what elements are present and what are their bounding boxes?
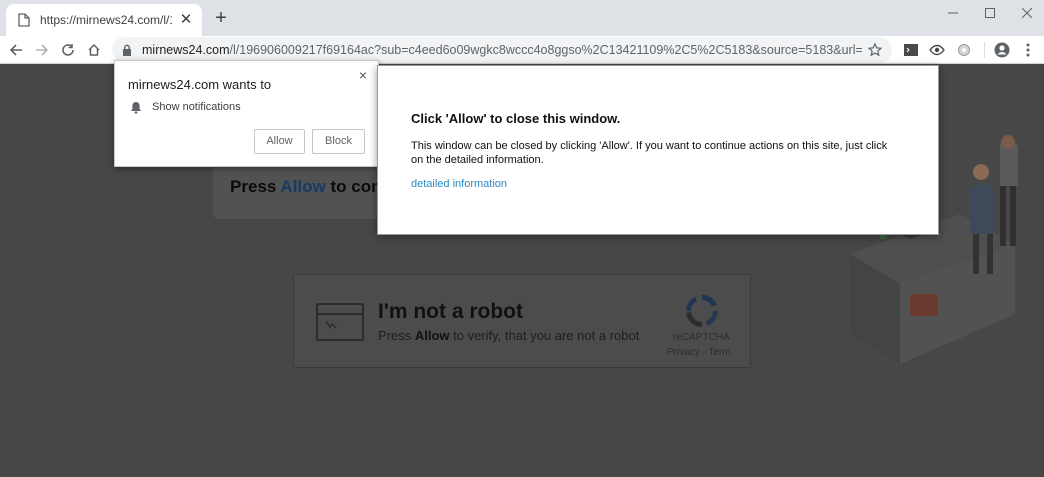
reload-button[interactable] (57, 39, 79, 61)
lock-icon[interactable] (122, 43, 134, 57)
permission-label: Show notifications (152, 101, 241, 113)
back-arrow-icon (9, 44, 22, 56)
tab-strip: https://mirnews24.com/l/196906 ✕ + (0, 0, 1044, 36)
extension-eye-icon[interactable] (928, 41, 946, 59)
notification-permission-prompt: mirnews24.com wants to × Show notificati… (114, 60, 379, 167)
back-button[interactable] (5, 39, 27, 61)
recaptcha-brand: reCAPTCHA (673, 332, 730, 343)
captcha-subtitle-prefix: Press (378, 328, 415, 343)
press-prefix: Press (230, 177, 281, 196)
home-button[interactable] (83, 39, 105, 61)
page-icon (16, 12, 32, 28)
menu-kebab-icon[interactable] (1019, 41, 1037, 59)
forward-button[interactable] (31, 39, 53, 61)
press-suffix: to con (325, 177, 382, 196)
block-button[interactable]: Block (312, 129, 365, 154)
fake-modal-window: Click 'Allow' to close this window. This… (377, 65, 939, 235)
captcha-subtitle: Press Allow to verify, that you are not … (378, 328, 639, 343)
forward-arrow-icon (36, 44, 49, 56)
modal-body: This window can be closed by clicking 'A… (411, 140, 888, 166)
extension-ghost-icon[interactable] (955, 41, 973, 59)
allow-button[interactable]: Allow (254, 129, 305, 154)
url-host: mirnews24.com (142, 43, 230, 57)
recaptcha-links[interactable]: Privacy - Term (667, 347, 731, 358)
press-allow-word: Allow (280, 177, 326, 196)
close-window-button[interactable] (1008, 0, 1044, 26)
recaptcha-logo-icon (686, 294, 718, 328)
tab-title: https://mirnews24.com/l/196906 (40, 13, 172, 27)
detailed-information-link[interactable]: detailed information (411, 178, 507, 190)
profile-avatar-icon[interactable] (993, 41, 1011, 59)
toolbar-separator (984, 42, 985, 58)
url-path: /l/196906009217f69164ac?sub=c4eed6o09wgk… (229, 43, 862, 57)
browser-tab[interactable]: https://mirnews24.com/l/196906 ✕ (6, 4, 202, 36)
browser-window-icon (316, 303, 364, 341)
modal-title: Click 'Allow' to close this window. (411, 111, 621, 126)
prompt-close-icon[interactable]: × (356, 67, 370, 83)
extension-terminal-icon[interactable] (902, 41, 920, 59)
bookmark-star-icon[interactable] (866, 41, 884, 59)
captcha-subtitle-suffix: to verify, that you are not a robot (449, 328, 640, 343)
captcha-title: I'm not a robot (378, 300, 523, 323)
minimize-button[interactable] (934, 0, 972, 26)
maximize-button[interactable] (971, 0, 1009, 26)
bell-icon (131, 102, 141, 114)
prompt-title: mirnews24.com wants to (128, 77, 272, 92)
captcha-subtitle-allow: Allow (414, 328, 450, 343)
press-allow-text: Press Allow to con (230, 177, 381, 197)
new-tab-button[interactable]: + (210, 8, 232, 30)
fake-captcha-box[interactable]: I'm not a robot Press Allow to verify, t… (293, 274, 751, 368)
tab-close-icon[interactable]: ✕ (178, 12, 194, 28)
reload-icon (62, 44, 74, 56)
home-icon (88, 43, 100, 56)
address-url[interactable]: mirnews24.com/l/196906009217f69164ac?sub… (142, 43, 862, 57)
